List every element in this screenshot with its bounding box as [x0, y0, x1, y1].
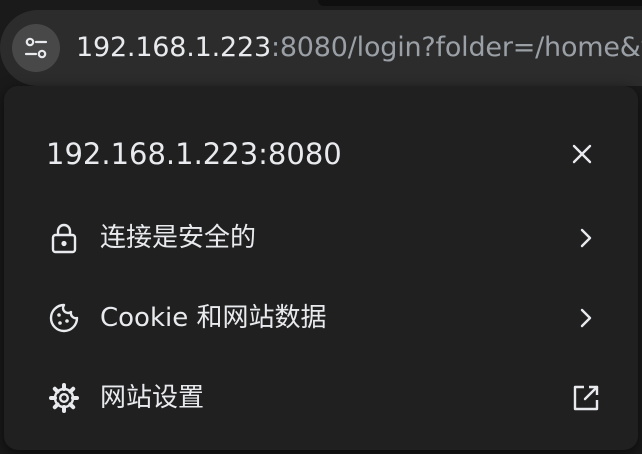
cookies-row[interactable]: Cookie 和网站数据 [4, 278, 638, 358]
open-in-new-icon [568, 380, 604, 416]
tab-strip [318, 0, 642, 6]
cookie-icon [46, 300, 82, 336]
site-settings-row[interactable]: 网站设置 [4, 358, 638, 438]
close-icon [571, 143, 593, 165]
row-label: 网站设置 [100, 383, 205, 413]
chevron-right-icon [568, 300, 604, 336]
url-host: 192.168.1.223 [76, 32, 271, 63]
chevron-right-icon [568, 220, 604, 256]
url-text[interactable]: 192.168.1.223:8080/login?folder=/home&v [76, 29, 642, 67]
browser-window: 192.168.1.223:8080/login?folder=/home&v … [0, 0, 642, 454]
lock-icon [46, 220, 82, 256]
url-path: :8080/login?folder=/home&v [270, 32, 642, 63]
popup-title: 192.168.1.223:8080 [46, 137, 342, 171]
row-label: 连接是安全的 [100, 223, 257, 253]
site-info-button[interactable] [12, 24, 60, 72]
connection-secure-row[interactable]: 连接是安全的 [4, 198, 638, 278]
row-label: Cookie 和网站数据 [100, 303, 327, 333]
site-info-popup: 192.168.1.223:8080 连接是安全的 Cookie 和网站数据 网… [4, 86, 638, 450]
gear-icon [46, 380, 82, 416]
close-button[interactable] [560, 132, 604, 176]
tune-icon [23, 35, 49, 61]
